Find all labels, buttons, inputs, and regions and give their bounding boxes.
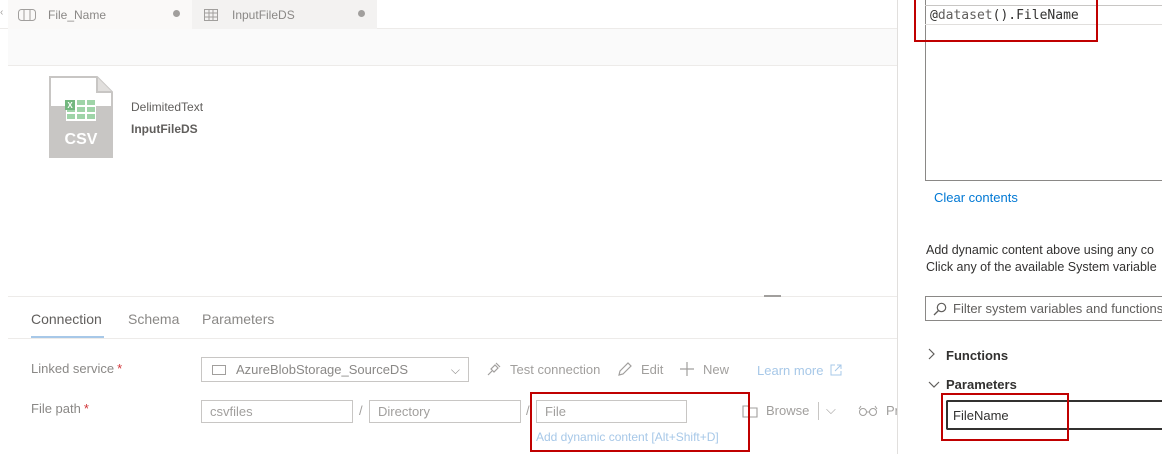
chevron-down-icon[interactable]: ⌵ — [826, 402, 836, 418]
chevron-down-icon: ⌵ — [450, 363, 460, 377]
toolbar-band — [8, 29, 897, 66]
plug-icon — [487, 362, 501, 376]
active-tab-indicator — [31, 336, 104, 338]
toolbar-divider — [818, 402, 819, 420]
external-link-icon — [830, 364, 842, 376]
directory-input[interactable]: Directory — [369, 400, 521, 423]
file-path-label: File path * — [31, 401, 89, 416]
linked-service-label: Linked service * — [31, 361, 123, 376]
tabs-divider — [8, 338, 897, 339]
plus-icon — [680, 362, 694, 376]
tab-label: InputFileDS — [232, 7, 295, 22]
browse-button[interactable]: Browse — [742, 403, 809, 418]
container-input[interactable]: csvfiles — [201, 400, 353, 423]
filter-input[interactable]: Filter system variables and functions — [925, 296, 1162, 321]
new-button[interactable]: New — [679, 361, 729, 377]
linked-service-value: AzureBlobStorage_SourceDS — [236, 362, 408, 377]
path-separator: / — [359, 403, 363, 418]
tab-schema[interactable]: Schema — [128, 311, 179, 327]
tab-connection[interactable]: Connection — [31, 311, 102, 327]
tab-parameters[interactable]: Parameters — [202, 311, 274, 327]
scroll-left-icon[interactable]: ‹ — [0, 7, 3, 19]
edit-button[interactable]: Edit — [617, 361, 663, 377]
learn-more-link[interactable]: Learn more — [757, 363, 842, 378]
csv-file-icon: X CSV — [49, 76, 113, 158]
clear-contents-link[interactable]: Clear contents — [934, 190, 1018, 205]
document-tab-bar: ‹ File_Name InputFileDS — [0, 0, 897, 29]
pipeline-icon — [18, 8, 36, 22]
svg-text:X: X — [67, 101, 73, 110]
pencil-icon — [618, 362, 632, 376]
annotation-box — [941, 393, 1069, 441]
panel-resize-handle[interactable] — [764, 295, 781, 297]
preview-button[interactable]: Pr — [858, 403, 899, 418]
csv-icon-text: CSV — [65, 131, 98, 148]
functions-section[interactable]: Functions — [928, 348, 1008, 363]
tab-file-name[interactable]: File_Name — [8, 0, 192, 29]
chevron-down-icon — [928, 377, 940, 392]
unsaved-dot-icon — [358, 10, 365, 17]
parameters-section[interactable]: Parameters — [928, 377, 1017, 392]
chevron-right-icon — [928, 348, 940, 363]
test-connection-button[interactable]: Test connection — [486, 361, 600, 377]
glasses-icon — [858, 405, 878, 416]
tab-label: File_Name — [48, 7, 107, 22]
tab-inputfileds[interactable]: InputFileDS — [192, 0, 377, 29]
table-icon — [202, 8, 220, 22]
unsaved-dot-icon — [173, 10, 180, 17]
dataset-name: InputFileDS — [131, 122, 198, 136]
adf-dataset-editor: ‹ File_Name InputFileDS X CSV DelimitedT… — [0, 0, 1162, 454]
annotation-box — [530, 392, 750, 452]
dataset-type: DelimitedText — [131, 100, 204, 114]
annotation-box — [914, 0, 1098, 42]
help-text: Add dynamic content above using any co C… — [926, 243, 1157, 274]
search-icon — [933, 302, 947, 315]
storage-icon — [212, 364, 226, 375]
linked-service-select[interactable]: AzureBlobStorage_SourceDS ⌵ — [201, 357, 469, 382]
